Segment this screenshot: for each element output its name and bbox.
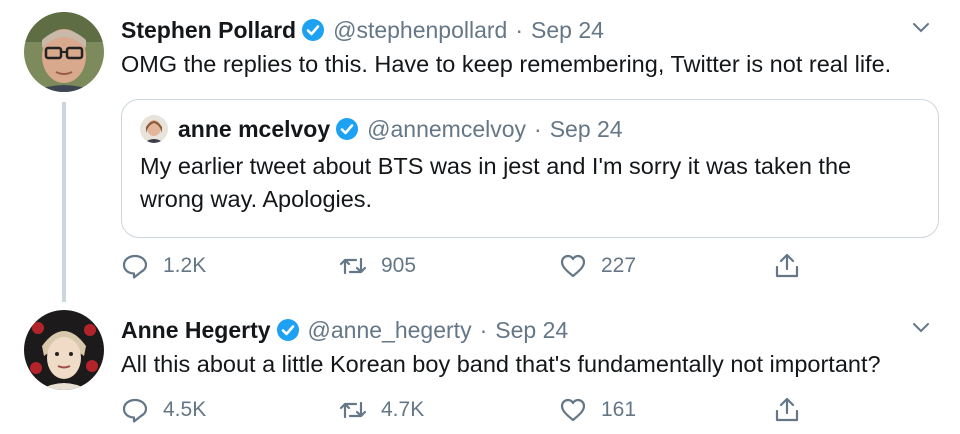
share-button[interactable]	[773, 392, 801, 428]
avatar[interactable]	[24, 310, 104, 390]
retweet-button[interactable]: 905	[339, 248, 416, 284]
tweet-header: Anne Hegerty @anne_hegerty · Sep 24	[121, 312, 940, 348]
separator: ·	[515, 16, 524, 43]
like-count: 227	[601, 254, 637, 277]
quoted-tweet-header: anne mcelvoy @annemcelvoy · Sep 24	[140, 112, 920, 146]
thread-line	[62, 102, 66, 302]
quoted-tweet[interactable]: anne mcelvoy @annemcelvoy · Sep 24 My ea…	[121, 99, 939, 238]
chevron-down-icon[interactable]	[910, 16, 932, 38]
tweet-text: OMG the replies to this. Have to keep re…	[121, 51, 892, 77]
quoted-user-handle[interactable]: @annemcelvoy	[367, 116, 526, 143]
retweet-button[interactable]: 4.7K	[339, 392, 424, 428]
tweet-anne-hegerty[interactable]: Anne Hegerty @anne_hegerty · Sep 24 All …	[0, 298, 960, 434]
like-button[interactable]: 227	[559, 248, 636, 284]
user-handle[interactable]: @stephenpollard	[333, 17, 507, 44]
heart-icon	[560, 398, 586, 422]
share-icon	[775, 253, 799, 278]
separator: ·	[534, 115, 542, 142]
verified-badge-icon	[301, 18, 325, 42]
quoted-tweet-text: My earlier tweet about BTS was in jest a…	[140, 153, 852, 212]
quoted-tweet-date[interactable]: Sep 24	[550, 116, 623, 143]
tweet-content: Stephen Pollard @stephenpollard · Sep 24…	[121, 12, 940, 238]
retweet-icon	[339, 257, 367, 275]
like-button[interactable]: 161	[559, 392, 636, 428]
retweet-count: 4.7K	[381, 398, 425, 421]
separator: ·	[479, 316, 488, 343]
display-name[interactable]: Stephen Pollard	[121, 17, 296, 44]
avatar[interactable]	[24, 12, 104, 92]
reply-count: 1.2K	[163, 254, 207, 277]
share-button[interactable]	[773, 248, 801, 284]
user-handle[interactable]: @anne_hegerty	[308, 317, 472, 344]
reply-icon	[122, 398, 148, 423]
share-icon	[775, 397, 799, 422]
retweet-icon	[339, 401, 367, 419]
verified-badge-icon	[335, 117, 359, 141]
heart-icon	[560, 254, 586, 278]
tweet-content: Anne Hegerty @anne_hegerty · Sep 24 All …	[121, 312, 940, 381]
reply-count: 4.5K	[163, 398, 207, 421]
verified-badge-icon	[276, 318, 300, 342]
tweet-actions: 1.2K 905 227	[121, 248, 821, 284]
like-count: 161	[601, 398, 637, 421]
tweet-header: Stephen Pollard @stephenpollard · Sep 24	[121, 12, 940, 48]
chevron-down-icon[interactable]	[910, 316, 932, 338]
reply-icon	[122, 254, 148, 279]
reply-button[interactable]: 4.5K	[121, 392, 206, 428]
tweet-date[interactable]: Sep 24	[495, 317, 568, 344]
tweet-stephen-pollard[interactable]: Stephen Pollard @stephenpollard · Sep 24…	[0, 0, 960, 302]
reply-button[interactable]: 1.2K	[121, 248, 206, 284]
tweet-date[interactable]: Sep 24	[531, 17, 604, 44]
display-name[interactable]: Anne Hegerty	[121, 317, 271, 344]
quoted-display-name[interactable]: anne mcelvoy	[178, 116, 330, 143]
tweet-text: All this about a little Korean boy band …	[121, 351, 881, 377]
tweet-actions: 4.5K 4.7K 161	[121, 392, 821, 428]
retweet-count: 905	[381, 254, 417, 277]
quoted-avatar	[140, 115, 168, 143]
